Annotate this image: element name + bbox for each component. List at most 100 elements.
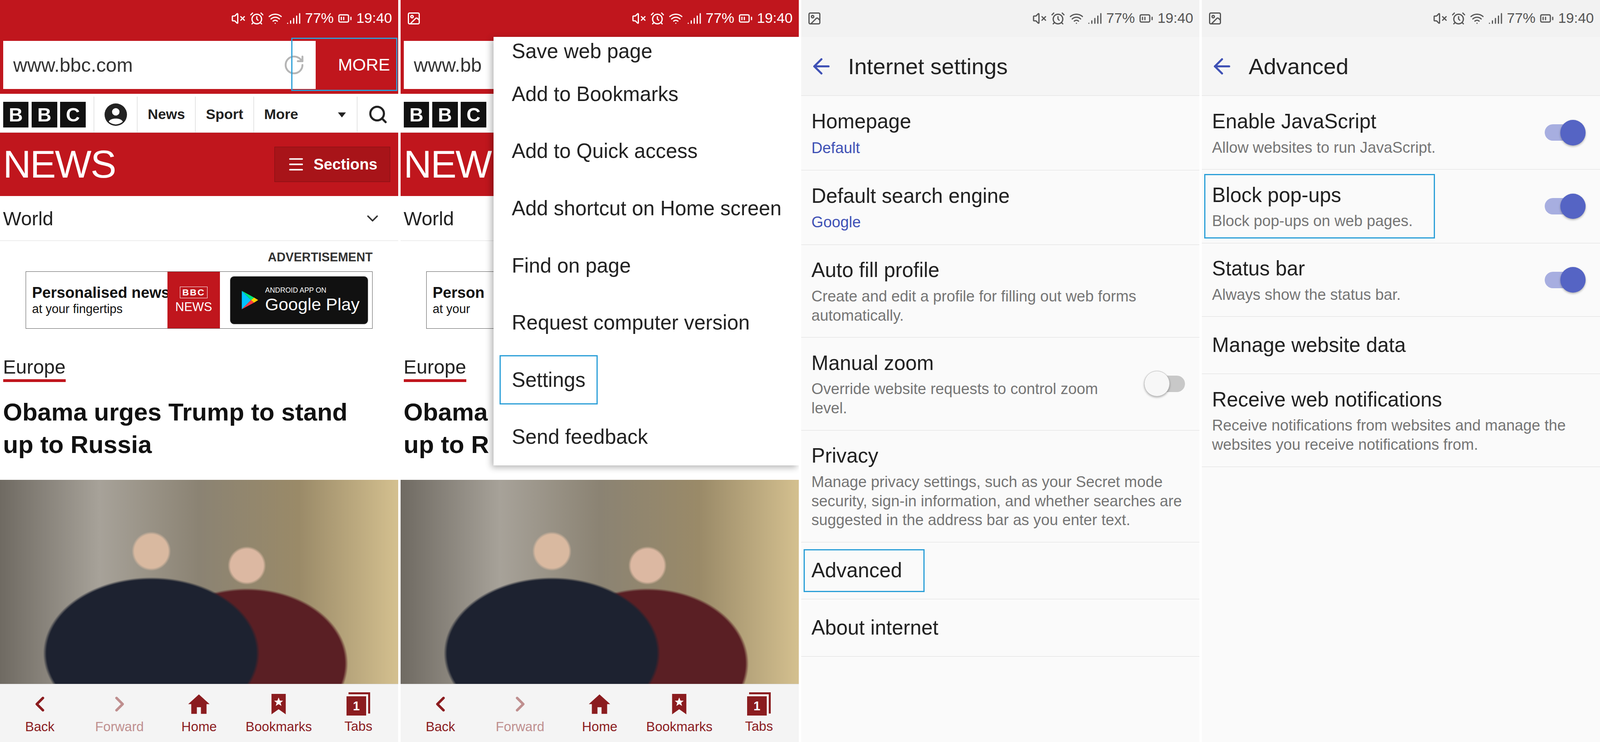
badge-texts: ANDROID APP ONGoogle Play [265,286,360,314]
account-icon[interactable] [104,103,127,126]
ad-text: Personat your [426,271,494,329]
battery-icon [738,11,753,26]
region-selector[interactable]: World [400,195,494,241]
battery-icon [337,11,353,26]
menu-item[interactable]: Find on page [493,236,799,295]
home-button[interactable]: Home [159,683,240,742]
battery-level: 77% [1106,9,1135,27]
nav-link[interactable]: More [253,96,357,133]
nav-link[interactable]: Sport [195,96,254,133]
setting-row[interactable]: Block pop-upsBlock pop-ups on web pages. [1201,169,1600,244]
setting-row[interactable]: About internet [801,598,1200,657]
menu-item-label: Add to Quick access [511,138,698,164]
image-notification-icon [807,11,822,26]
region-label: World [403,207,455,230]
headline[interactable]: Obamaup to R [400,385,494,480]
menu-item[interactable]: Settings [493,350,799,409]
category-link[interactable]: Europe [403,355,467,382]
google-play-badge[interactable]: ANDROID APP ONGoogle Play [229,276,369,325]
account-button[interactable] [93,96,138,133]
news-photo[interactable] [400,479,799,684]
status-right: 77%19:40 [631,9,793,27]
setting-row[interactable]: HomepageDefault [801,95,1200,171]
signal-icon [1488,11,1503,26]
ad-brand: BBCNEWS [167,271,220,329]
setting-row[interactable]: Receive web notificationsReceive notific… [1201,373,1600,467]
page-behind-menu: www.bb BBC NEW World Personat your Europe Obam… [400,36,494,480]
menu-item[interactable]: Add to Quick access [493,122,799,180]
ad-line: Person [432,283,494,302]
setting-row[interactable]: Manual zoomOverride website requests to … [801,337,1200,430]
settings-title: Internet settings [848,53,1008,80]
news-band: NEWSSections [0,132,399,196]
setting-text: Manage website data [1212,331,1590,359]
tabs-button[interactable]: 1Tabs [318,683,399,742]
category-link[interactable]: Europe [3,355,66,382]
wifi-icon [1469,11,1485,26]
settings-header: Internet settings [801,36,1200,97]
battery-icon [1138,11,1154,26]
ad-banner[interactable]: Personalised newsat your fingertipsBBCNE… [25,271,373,329]
nav-label: Tabs [344,718,373,734]
nav-link[interactable]: News [137,96,196,133]
bookmarks-button[interactable]: Bookmarks [639,683,720,742]
headline[interactable]: Obama urges Trump to standup to Russia [0,385,399,480]
menu-item[interactable]: Request computer version [493,293,799,351]
back-arrow-icon[interactable] [809,54,834,79]
nav-label: Forward [495,718,545,734]
tabs-button[interactable]: 1Tabs [719,683,799,742]
news-photo[interactable] [0,479,399,684]
caret-down-icon [336,109,347,120]
home-button[interactable]: Home [560,683,640,742]
bbc-logo[interactable]: BBC [403,96,494,133]
sections-button[interactable]: Sections [274,146,391,183]
alarm-icon [1451,11,1466,26]
menu-item[interactable]: Add shortcut on Home screen [493,179,799,237]
url-field[interactable]: www.bbc.com [3,40,316,89]
menu-item-label: Send feedback [511,424,649,449]
setting-text: Block pop-upsBlock pop-ups on web pages. [1212,181,1428,231]
menu-item[interactable]: Save web page [493,36,799,66]
setting-row[interactable]: Advanced [801,542,1200,600]
news-title: NEW [403,145,492,184]
reload-icon[interactable] [282,53,306,77]
forward-button[interactable]: Forward [480,683,561,742]
battery-level: 77% [705,9,735,27]
nav-label: Tabs [745,718,774,734]
bottom-navigation: BackForwardHomeBookmarks1Tabs [0,683,399,742]
status-bar: 77%19:40 [801,0,1200,37]
ad-banner[interactable]: Personat your [426,271,494,329]
setting-row[interactable]: Auto fill profileCreate and edit a profi… [801,244,1200,338]
toggle-switch[interactable] [1544,124,1586,141]
overflow-menu: Save web pageAdd to Bookmarks Add to Quic… [493,36,799,466]
back-button[interactable]: Back [400,683,481,742]
settings-header: Advanced [1201,36,1600,97]
bbc-logo[interactable]: BBC [3,96,95,133]
toggle-switch[interactable] [1544,271,1586,289]
forward-button[interactable]: Forward [79,683,160,742]
ad-brand-logo: BBC [179,286,208,299]
menu-item[interactable]: Send feedback [493,408,799,466]
region-selector[interactable]: World [0,195,399,241]
bookmarks-button[interactable]: Bookmarks [238,683,319,742]
back-button[interactable]: Back [0,683,80,742]
menu-item[interactable]: Add to Bookmarks [493,65,799,123]
setting-row[interactable]: Enable JavaScriptAllow websites to run J… [1201,95,1600,170]
setting-row[interactable]: Status barAlways show the status bar. [1201,243,1600,317]
logo-letter: B [31,101,58,128]
more-button[interactable]: MORE [315,40,399,89]
back-arrow-icon[interactable] [1209,54,1235,79]
alarm-icon [650,11,665,26]
url-field[interactable]: www.bb [403,40,494,89]
setting-description: Receive notifications from websites and … [1212,415,1590,454]
setting-description: Override website requests to control zoo… [811,378,1129,418]
toggle-switch[interactable] [1144,375,1185,392]
search-button[interactable] [356,96,399,133]
toggle-switch[interactable] [1544,197,1586,215]
setting-row[interactable]: PrivacyManage privacy settings, such as … [801,430,1200,543]
setting-text: Advanced [811,556,917,584]
setting-row[interactable]: Default search engineGoogle [801,170,1200,245]
menu-item-label: Find on page [511,253,631,278]
setting-row[interactable]: Manage website data [1201,316,1600,374]
menu-item-label: Settings [511,367,586,392]
